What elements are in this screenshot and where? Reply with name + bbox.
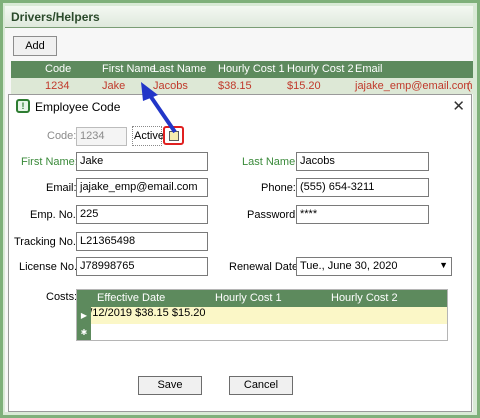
annotation-arrow (141, 82, 177, 134)
arrow-shaft (147, 92, 177, 134)
arrow-head-icon (141, 82, 158, 101)
